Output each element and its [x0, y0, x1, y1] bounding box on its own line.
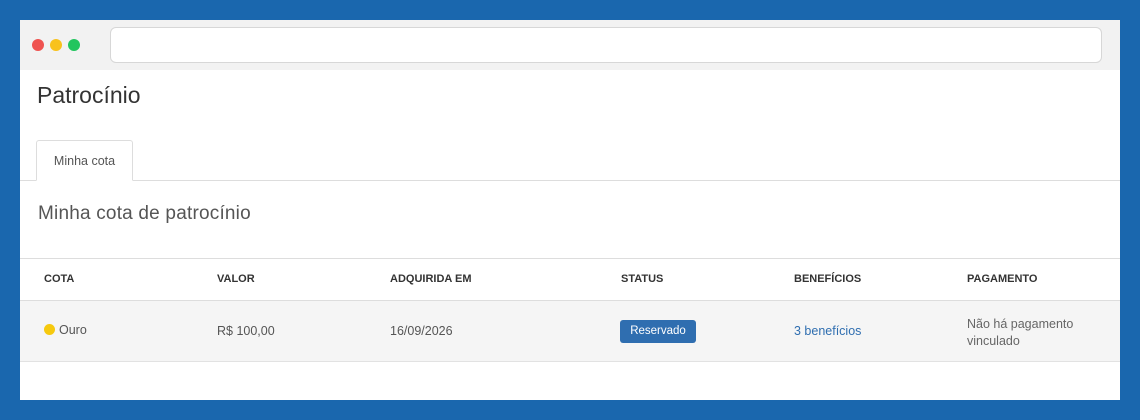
- table-header: COTA VALOR ADQUIRIDA EM STATUS BENEFÍCIO…: [20, 258, 1120, 301]
- page-title: Patrocínio: [37, 82, 141, 108]
- close-window-icon[interactable]: [32, 39, 44, 51]
- tabs-divider: [20, 180, 1120, 181]
- adquirida-em-cell: 16/09/2026: [390, 324, 453, 338]
- header-beneficios: BENEFÍCIOS: [794, 273, 862, 285]
- header-adquirida-em: ADQUIRIDA EM: [390, 273, 472, 285]
- browser-window: Patrocínio Minha cota Minha cota de patr…: [20, 20, 1120, 400]
- maximize-window-icon[interactable]: [68, 39, 80, 51]
- section-title: Minha cota de patrocínio: [38, 203, 251, 224]
- cota-cell: Ouro: [44, 323, 87, 337]
- cota-name: Ouro: [59, 323, 87, 337]
- header-pagamento: PAGAMENTO: [967, 273, 1038, 285]
- header-cota: COTA: [44, 273, 75, 285]
- header-status: STATUS: [621, 273, 664, 285]
- minimize-window-icon[interactable]: [50, 39, 62, 51]
- sponsorship-table: COTA VALOR ADQUIRIDA EM STATUS BENEFÍCIO…: [20, 258, 1120, 362]
- cota-color-dot-icon: [44, 324, 55, 335]
- table-row: Ouro R$ 100,00 16/09/2026 Reservado 3 be…: [20, 301, 1120, 362]
- status-badge: Reservado: [620, 320, 696, 343]
- valor-cell: R$ 100,00: [217, 324, 275, 338]
- pagamento-cell: Não há pagamento vinculado: [967, 317, 1074, 348]
- browser-titlebar: [20, 20, 1120, 70]
- address-bar[interactable]: [110, 27, 1102, 63]
- tab-minha-cota[interactable]: Minha cota: [36, 140, 133, 181]
- header-valor: VALOR: [217, 273, 255, 285]
- beneficios-link[interactable]: 3 benefícios: [794, 324, 861, 338]
